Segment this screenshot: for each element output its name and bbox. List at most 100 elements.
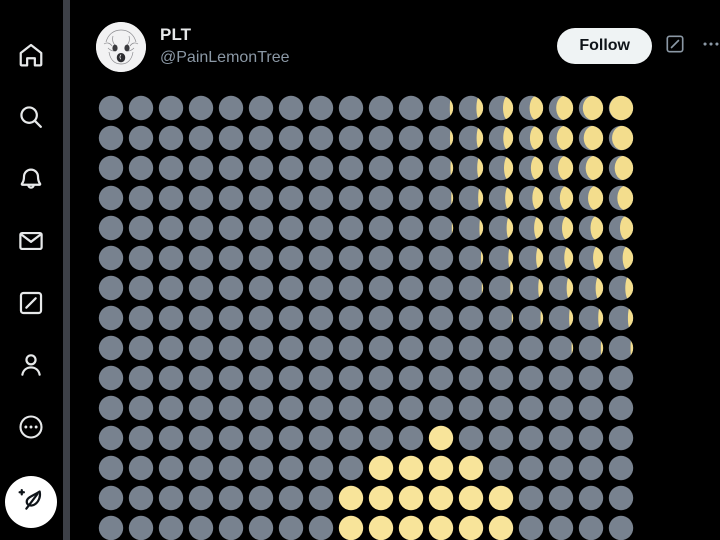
grid-dot [488, 365, 514, 391]
grid-dot [308, 245, 334, 271]
grid-dot [218, 485, 244, 511]
more-icon [17, 413, 45, 441]
grid-dot [488, 275, 514, 301]
grid-dot [248, 425, 274, 451]
grid-dot [398, 125, 424, 151]
grid-dot [158, 425, 184, 451]
grid-dot [308, 185, 334, 211]
grid-dot [428, 515, 454, 540]
grid-dot [158, 155, 184, 181]
post-media-dot-grid[interactable] [96, 92, 636, 540]
grid-dot [98, 185, 124, 211]
grid-dot [188, 455, 214, 481]
grid-dot [188, 125, 214, 151]
messages-icon [17, 227, 45, 255]
grid-dot [398, 185, 424, 211]
grid-dot [98, 125, 124, 151]
grid-dot [248, 485, 274, 511]
compose-post-button[interactable] [5, 476, 57, 528]
grid-dot [278, 125, 304, 151]
grid-dot [218, 335, 244, 361]
grid-dot [458, 485, 484, 511]
grid-dot [578, 425, 604, 451]
grid-dot [428, 365, 454, 391]
grid-dot-crescent [583, 125, 604, 151]
grid-dot [188, 185, 214, 211]
grid-dot [428, 95, 454, 121]
grid-dot [158, 275, 184, 301]
grid-dot [188, 335, 214, 361]
grid-dot [188, 425, 214, 451]
grid-dot [158, 215, 184, 241]
grid-dot [368, 125, 394, 151]
sidebar-item-search[interactable] [5, 86, 57, 148]
sidebar-item-profile[interactable] [5, 334, 57, 396]
grid-dot [248, 185, 274, 211]
grid-dot [218, 425, 244, 451]
grid-dot [608, 365, 634, 391]
grid-dot [548, 515, 574, 540]
sidebar-item-more[interactable] [5, 396, 57, 458]
grid-dot-crescent [627, 305, 634, 331]
grid-dot [128, 305, 154, 331]
grid-dot [428, 125, 454, 151]
grid-dot [128, 425, 154, 451]
grid-dot [218, 455, 244, 481]
grid-dot-crescent [585, 155, 604, 181]
home-icon [17, 41, 45, 69]
grid-dot [338, 335, 364, 361]
grid-dot [398, 155, 424, 181]
sidebar-item-messages[interactable] [5, 210, 57, 272]
grid-dot [398, 245, 424, 271]
grid-dot [368, 155, 394, 181]
grid-dot [188, 245, 214, 271]
grid-dot [608, 485, 634, 511]
grid-dot [128, 155, 154, 181]
grid-dot-crescent [476, 125, 484, 151]
grid-dot [308, 485, 334, 511]
grid-dot [188, 485, 214, 511]
grid-dot-crescent [510, 275, 514, 301]
grid-dot [278, 215, 304, 241]
grid-dot [488, 515, 514, 540]
sidebar-item-grok[interactable] [5, 272, 57, 334]
grid-dot [428, 425, 454, 451]
avatar[interactable] [96, 22, 146, 72]
grid-dot [218, 185, 244, 211]
sidebar-item-notifications[interactable] [5, 148, 57, 210]
grid-dot [578, 515, 604, 540]
grid-dot [398, 215, 424, 241]
grid-dot [578, 455, 604, 481]
grid-dot [518, 335, 544, 361]
follow-button[interactable]: Follow [557, 28, 652, 64]
user-handle[interactable]: @PainLemonTree [160, 47, 290, 68]
grid-dot [608, 335, 634, 361]
grid-dot [278, 185, 304, 211]
sidebar-divider[interactable] [63, 0, 70, 540]
grid-dot [368, 365, 394, 391]
grid-dot [398, 455, 424, 481]
grid-dot-crescent [558, 155, 574, 181]
grid-dot [98, 305, 124, 331]
search-icon [17, 103, 45, 131]
grid-dot-crescent [619, 215, 634, 241]
grid-dot [338, 515, 364, 540]
header-more-button[interactable] [698, 33, 720, 59]
grid-dot [98, 155, 124, 181]
grid-dot [218, 365, 244, 391]
grid-dot [368, 215, 394, 241]
grid-dot [308, 305, 334, 331]
header-grok-button[interactable] [662, 33, 688, 59]
grid-dot [518, 305, 544, 331]
grid-dot-crescent [625, 275, 634, 301]
grid-dot [458, 425, 484, 451]
grid-dot [338, 455, 364, 481]
display-name[interactable]: PLT [160, 24, 290, 45]
grid-dot [158, 185, 184, 211]
grid-dot [458, 245, 484, 271]
grid-dot [158, 95, 184, 121]
grid-dot [548, 485, 574, 511]
grid-dot [158, 245, 184, 271]
sidebar-item-home[interactable] [5, 24, 57, 86]
grid-dot [578, 395, 604, 421]
